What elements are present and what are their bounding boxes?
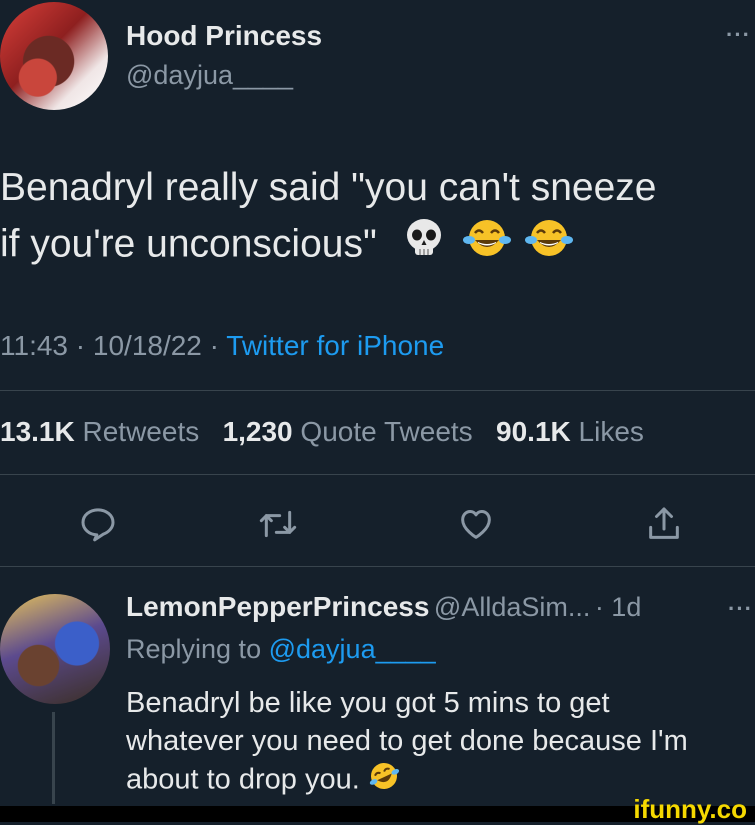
replying-mention[interactable]: @dayjua____ xyxy=(269,634,436,664)
likes-label: Likes xyxy=(578,416,644,447)
reply-text-line-1: Benadryl be like you got 5 mins to get xyxy=(126,687,610,719)
reply-header: LemonPepperPrincess @AlldaSim... · 1d xyxy=(126,591,641,623)
divider xyxy=(0,390,755,391)
retweets-stat[interactable]: 13.1K Retweets xyxy=(0,416,199,447)
author-avatar[interactable] xyxy=(0,2,108,110)
joy-emoji-icon xyxy=(462,216,511,276)
retweets-label: Retweets xyxy=(82,416,200,447)
meta-separator: · xyxy=(68,330,93,361)
quotes-stat[interactable]: 1,230 Quote Tweets xyxy=(223,416,473,447)
tweet-source[interactable]: Twitter for iPhone xyxy=(226,330,444,361)
tweet-text: Benadryl really said "you can't sneeze i… xyxy=(0,160,750,276)
reply-author-handle[interactable]: @AlldaSim... xyxy=(434,592,590,622)
author-handle[interactable]: @dayjua____ xyxy=(126,60,293,91)
reply-author-name[interactable]: LemonPepperPrincess xyxy=(126,591,429,622)
tweet-text-line-2: if you're unconscious" xyxy=(0,222,377,266)
tweet-time[interactable]: 11:43 xyxy=(0,330,68,361)
ifunny-watermark: ifunny.co xyxy=(633,794,747,824)
reply-text-line-3: about to drop you. xyxy=(126,763,360,796)
reply-text-line-2: whatever you need to get done because I'… xyxy=(126,725,688,757)
tweet-text-line-2-wrapper: if you're unconscious" xyxy=(0,216,750,276)
quotes-label: Quote Tweets xyxy=(300,416,473,447)
tweet-meta: 11:43 · 10/18/22 · Twitter for iPhone xyxy=(0,330,444,362)
skull-emoji-icon xyxy=(402,216,446,276)
meta-separator: · xyxy=(201,330,227,361)
reply-author-avatar[interactable] xyxy=(0,594,110,704)
share-icon[interactable] xyxy=(640,500,688,548)
joy-emoji-icon xyxy=(525,216,574,276)
like-icon[interactable] xyxy=(452,500,500,548)
quotes-count: 1,230 xyxy=(222,416,293,447)
reply-icon[interactable] xyxy=(74,500,122,548)
reply-time-ago[interactable]: · 1d xyxy=(595,592,642,622)
tweet-stats: 13.1K Retweets 1,230 Quote Tweets 90.1K … xyxy=(0,416,644,448)
replying-to: Replying to @dayjua____ xyxy=(126,634,436,665)
divider xyxy=(0,474,755,475)
author-name[interactable]: Hood Princess xyxy=(126,20,322,52)
thread-line xyxy=(52,712,55,804)
likes-count: 90.1K xyxy=(496,416,571,447)
more-options-icon[interactable]: ··· xyxy=(728,596,753,622)
replying-prefix: Replying to xyxy=(126,634,262,664)
divider xyxy=(0,566,755,567)
more-options-icon[interactable]: ··· xyxy=(726,22,751,48)
rofl-emoji-icon xyxy=(368,760,400,802)
tweet-text-line-1: Benadryl really said "you can't sneeze xyxy=(0,166,657,209)
tweet-date[interactable]: 10/18/22 xyxy=(93,330,202,361)
retweet-icon[interactable] xyxy=(254,500,302,548)
likes-stat[interactable]: 90.1K Likes xyxy=(496,416,644,447)
reply-text: Benadryl be like you got 5 mins to get w… xyxy=(126,684,751,802)
retweets-count: 13.1K xyxy=(0,416,75,447)
